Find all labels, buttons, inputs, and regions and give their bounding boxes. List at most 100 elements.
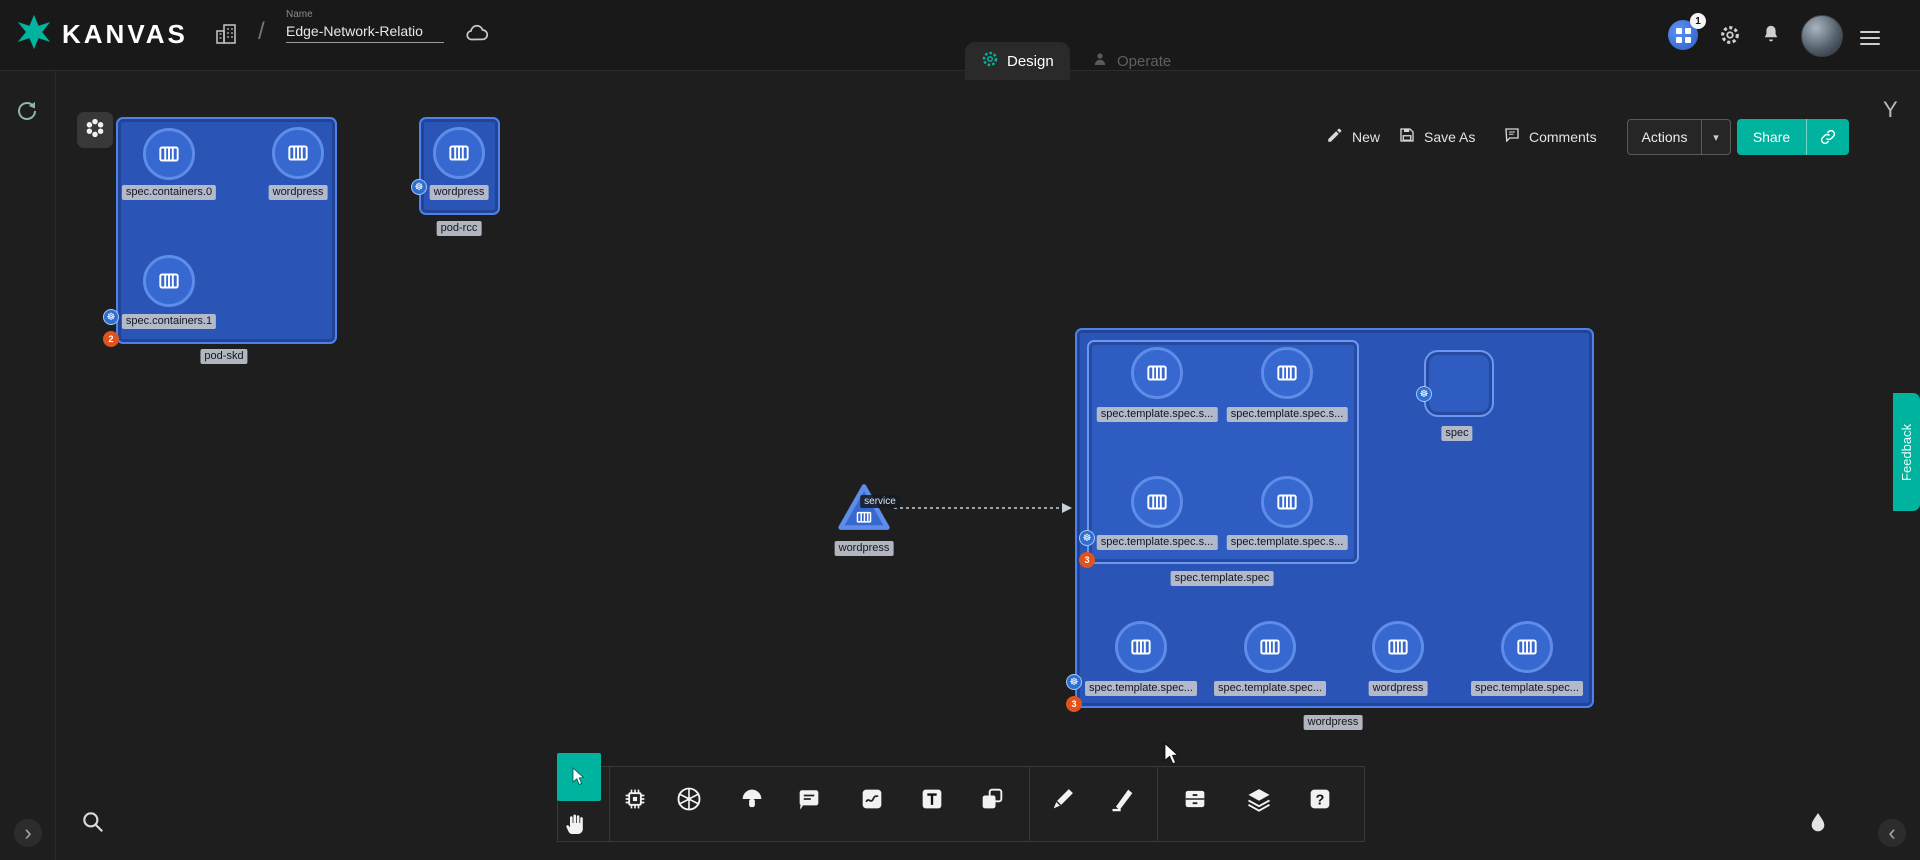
shapes-icon (978, 785, 1006, 813)
comments-button[interactable]: Comments (1503, 126, 1597, 147)
drawer-tool-button[interactable] (1178, 782, 1212, 816)
chip-icon (621, 785, 649, 813)
node-label: wordpress (1369, 681, 1428, 696)
collapse-right-panel-chevron[interactable]: ‹ (1878, 819, 1906, 847)
node-label: spec.template.spec... (1085, 681, 1197, 696)
design-tab-label: Design (1007, 53, 1054, 70)
actions-button[interactable]: Actions ▾ (1627, 119, 1731, 155)
container-icon (1144, 360, 1170, 386)
node-label: spec.containers.1 (122, 314, 216, 329)
shapes-quick-button[interactable] (77, 112, 113, 148)
freehand-pen-tool-button[interactable] (1106, 782, 1140, 816)
layers-tool-button[interactable] (1242, 782, 1276, 816)
hamburger-menu-icon[interactable] (1860, 27, 1880, 49)
extensions-grid-glyph (1676, 28, 1691, 43)
kubernetes-badge-icon[interactable]: ☸ (1079, 530, 1095, 546)
node-label: spec.template.spec.s... (1097, 407, 1218, 422)
container-icon (156, 268, 182, 294)
container-icon (1257, 634, 1283, 660)
node-bottom-0[interactable] (1115, 621, 1167, 673)
node-template-spec-1[interactable] (1261, 347, 1313, 399)
meshery-shapes-tool-button[interactable] (735, 782, 769, 816)
calligraphy-pen-icon (1109, 785, 1137, 813)
select-tool-button[interactable] (557, 753, 601, 801)
history-sync-icon[interactable] (15, 99, 39, 128)
left-rail (0, 71, 56, 860)
share-button[interactable]: Share (1737, 119, 1849, 155)
container-label-pod-rcc: pod-rcc (437, 221, 482, 236)
organization-icon[interactable] (214, 22, 238, 51)
node-template-spec-3[interactable] (1261, 476, 1313, 528)
service-type-label: service (860, 495, 900, 508)
kanvas-logo[interactable]: KANVAS (16, 14, 188, 55)
service-name-label: wordpress (835, 541, 894, 556)
container-icon (1514, 634, 1540, 660)
service-triangle-node[interactable] (836, 481, 892, 538)
cloud-sync-icon[interactable] (464, 20, 490, 51)
kubernetes-badge-icon[interactable]: ☸ (1066, 674, 1082, 690)
node-spec-containers-0[interactable] (143, 128, 195, 180)
node-bottom-1[interactable] (1244, 621, 1296, 673)
node-label: wordpress (430, 185, 489, 200)
kubernetes-badge-icon[interactable]: ☸ (1416, 386, 1432, 402)
node-bottom-3[interactable] (1501, 621, 1553, 673)
shapes-tool-button[interactable] (975, 782, 1009, 816)
svg-text:?: ? (1316, 793, 1325, 809)
container-icon (156, 141, 182, 167)
comment-tool-button[interactable] (792, 782, 826, 816)
breadcrumb-separator: / (258, 18, 265, 46)
pan-tool-button[interactable] (559, 807, 593, 841)
kanvas-logo-icon (16, 14, 52, 55)
copy-link-icon[interactable] (1807, 128, 1849, 146)
kubernetes-tool-button[interactable] (672, 782, 706, 816)
kubernetes-badge-icon[interactable]: ☸ (103, 309, 119, 325)
layers-icon (1245, 785, 1273, 813)
operate-tab-label: Operate (1117, 53, 1171, 70)
new-button[interactable]: New (1326, 126, 1380, 147)
node-label: spec.containers.0 (122, 185, 216, 200)
operate-tab-icon (1091, 50, 1109, 72)
doodle-tool-button[interactable] (855, 782, 889, 816)
actions-caret-icon[interactable]: ▾ (1702, 131, 1730, 144)
node-wordpress-1[interactable] (272, 127, 324, 179)
node-template-spec-0[interactable] (1131, 347, 1183, 399)
settings-gear-icon[interactable] (1719, 24, 1741, 51)
notification-count-badge[interactable]: 1 (1690, 13, 1706, 29)
expand-left-panel-chevron[interactable]: › (14, 819, 42, 847)
toolbar-divider (609, 766, 610, 842)
right-panel-toggle[interactable]: Y (1883, 97, 1898, 123)
container-spec[interactable] (1424, 350, 1494, 417)
node-spec-containers-1[interactable] (143, 255, 195, 307)
components-tool-button[interactable] (618, 782, 652, 816)
error-count-badge[interactable]: 3 (1066, 696, 1082, 712)
kubernetes-badge-icon[interactable]: ☸ (411, 179, 427, 195)
user-avatar[interactable] (1801, 15, 1843, 57)
design-canvas[interactable]: New Save As Comments Actions ▾ Share (0, 71, 1920, 860)
container-icon (1274, 360, 1300, 386)
design-name-field: Name (286, 9, 444, 43)
notifications-bell-icon[interactable] (1760, 23, 1782, 50)
error-count-badge[interactable]: 2 (103, 331, 119, 347)
container-spec-template-spec[interactable] (1087, 340, 1359, 564)
node-template-spec-2[interactable] (1131, 476, 1183, 528)
save-icon (1398, 126, 1416, 147)
zoom-search-icon[interactable] (80, 809, 106, 840)
edge-service-to-deployment[interactable] (892, 499, 1078, 522)
container-icon (1385, 634, 1411, 660)
text-icon (918, 785, 946, 813)
tab-design[interactable]: Design (965, 42, 1070, 80)
comment-box-icon (795, 785, 823, 813)
tab-operate[interactable]: Operate (1075, 42, 1187, 80)
pen-tool-button[interactable] (1046, 782, 1080, 816)
node-bottom-wordpress[interactable] (1372, 621, 1424, 673)
container-icon (1128, 634, 1154, 660)
feedback-tab[interactable]: Feedback (1893, 393, 1920, 511)
design-name-input[interactable] (286, 20, 444, 43)
design-name-label: Name (286, 9, 444, 20)
ink-drop-icon[interactable] (1806, 811, 1830, 842)
text-tool-button[interactable] (915, 782, 949, 816)
save-as-button[interactable]: Save As (1398, 126, 1475, 147)
node-wordpress-2[interactable] (433, 127, 485, 179)
error-count-badge[interactable]: 3 (1079, 552, 1095, 568)
help-tool-button[interactable]: ? (1303, 782, 1337, 816)
